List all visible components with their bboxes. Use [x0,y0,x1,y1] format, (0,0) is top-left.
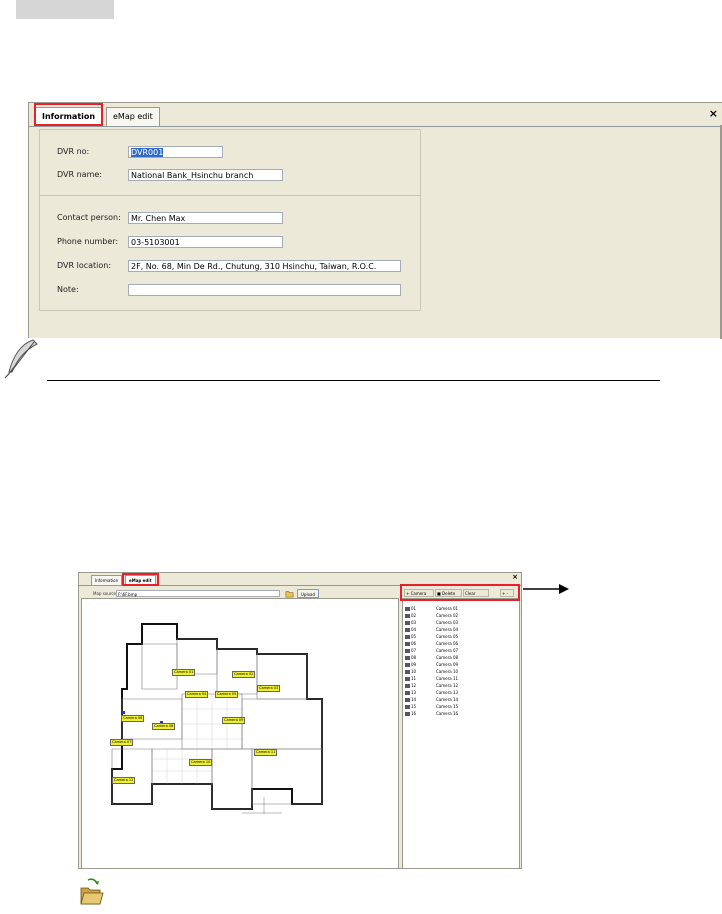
map-camera-tag[interactable]: Camera 01 [172,669,196,676]
feather-note-icon [4,339,38,379]
map-camera-tag[interactable]: Camera 11 [254,749,278,756]
camera-row[interactable]: 10 Camera 10 [405,668,458,675]
camera-row[interactable]: 11 Camera 11 [405,675,458,682]
camera-icon [405,649,410,653]
zoom-buttons[interactable]: + - [500,589,514,597]
camera-icon [405,656,410,660]
section-header-tab [16,0,114,19]
camera-row[interactable]: 12 Camera 12 [405,682,458,689]
tab-information[interactable]: Information [35,107,103,126]
dvr-no-label: DVR no: [57,147,90,156]
map-camera-tag[interactable]: Camera 09 [222,717,246,724]
camera-row[interactable]: 15 Camera 15 [405,703,458,710]
emap-edit-panel: Information eMap edit × Map source: F:\6… [78,572,522,869]
browse-folder-icon[interactable] [285,589,294,598]
map-source-field[interactable]: F:\6F.bmp [116,590,280,597]
add-camera-button[interactable]: + Camera [404,589,434,597]
tab-bar: Information eMap edit [29,103,722,127]
dvr-name-label: DVR name: [57,170,102,179]
delete-button[interactable]: ■ Delete [435,589,462,597]
dvr-no-value: DVR001 [131,148,164,157]
clear-button[interactable]: Clear [463,589,489,597]
map-camera-tag[interactable]: Camera 02 [232,671,256,678]
phone-number-label: Phone number: [57,237,119,246]
tab-emap-edit[interactable]: eMap edit [125,575,156,585]
dvr-location-label: DVR location: [57,261,112,270]
dvr-name-field[interactable]: National Bank_Hsinchu branch [128,169,283,181]
camera-row[interactable]: 09 Camera 09 [405,661,458,668]
upload-button[interactable]: Upload [297,589,319,598]
map-camera-tag[interactable]: Camera 08 [152,723,176,730]
note-rule-line [47,380,660,381]
floor-plan [111,623,323,814]
map-canvas[interactable]: Camera 01 Camera 02 Camera 03 Camera 04 … [81,598,399,869]
form-separator [40,195,420,196]
close-icon[interactable]: × [709,107,718,120]
camera-icon [405,621,410,625]
map-camera-tag[interactable]: Camera 04 [185,691,209,698]
camera-icon [405,628,410,632]
map-camera-tag[interactable]: Camera 10 [189,759,213,766]
contact-person-label: Contact person: [57,213,121,222]
camera-icon [405,677,410,681]
camera-icon [405,607,410,611]
tab-bar: Information eMap edit [79,573,521,586]
arrow-right-icon [523,584,569,594]
camera-row[interactable]: 03 Camera 03 [405,619,458,626]
map-camera-tag[interactable]: Camera 12 [112,777,136,784]
open-folder-icon [80,878,104,905]
camera-row[interactable]: 07 Camera 07 [405,647,458,654]
map-source-label: Map source: [93,591,118,596]
camera-icon [405,670,410,674]
camera-row[interactable]: 16 Camera 16 [405,710,458,717]
dvr-location-field[interactable]: 2F, No. 68, Min De Rd., Chutung, 310 Hsi… [128,260,401,272]
camera-row[interactable]: 13 Camera 13 [405,689,458,696]
camera-row[interactable]: 02 Camera 02 [405,612,458,619]
camera-icon [405,614,410,618]
close-icon[interactable]: × [512,573,518,581]
camera-row[interactable]: 04 Camera 04 [405,626,458,633]
phone-number-field[interactable]: 03-5103001 [128,236,283,248]
contact-person-field[interactable]: Mr. Chen Max [128,212,283,224]
map-camera-tag[interactable]: Camera 05 [215,691,239,698]
map-camera-tag[interactable]: Camera 07 [110,739,134,746]
camera-row[interactable]: 05 Camera 05 [405,633,458,640]
camera-row[interactable]: 06 Camera 06 [405,640,458,647]
dvr-no-field[interactable]: DVR001 [128,146,223,158]
camera-icon [405,712,410,716]
camera-icon [405,691,410,695]
tab-emap-edit[interactable]: eMap edit [106,107,160,126]
camera-row[interactable]: 14 Camera 14 [405,696,458,703]
camera-list: 01 Camera 01 02 Camera 02 03 Camera 03 04 Ca… [402,598,520,869]
dvr-info-form: DVR no: DVR001 DVR name: National Bank_H… [39,129,421,311]
map-camera-tag[interactable]: Camera 06 [121,715,145,722]
note-label: Note: [57,285,79,294]
camera-icon [405,684,410,688]
camera-icon [405,705,410,709]
map-camera-tag[interactable]: Camera 03 [257,685,281,692]
information-panel: Information eMap edit × DVR no: DVR001 D… [28,102,722,339]
camera-icon [405,663,410,667]
camera-toolbar: + Camera ■ Delete Clear + - [402,589,520,598]
tab-information[interactable]: Information [91,575,123,585]
camera-icon [405,635,410,639]
camera-icon [405,642,410,646]
camera-row[interactable]: 01 Camera 01 [405,605,458,612]
camera-row[interactable]: 08 Camera 08 [405,654,458,661]
note-field[interactable] [128,284,401,296]
camera-icon [405,698,410,702]
